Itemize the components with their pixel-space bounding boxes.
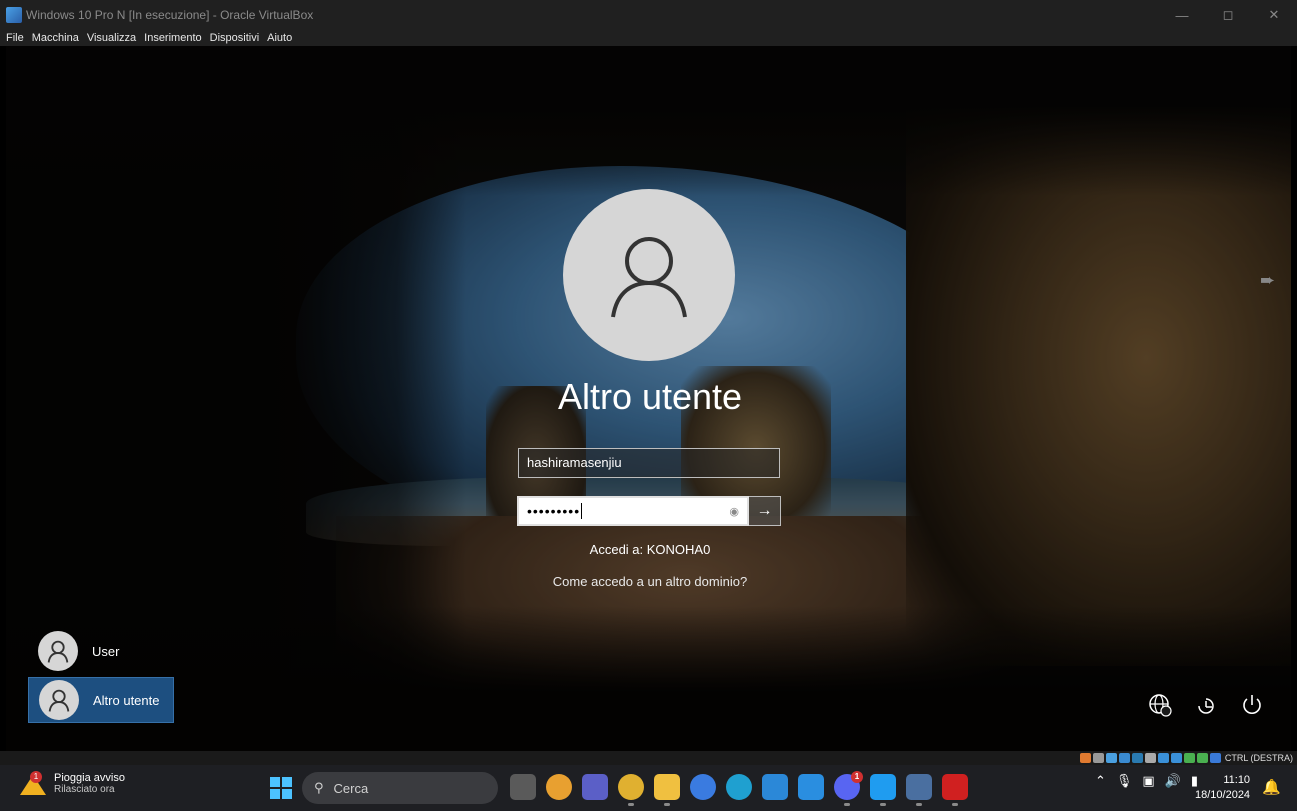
taskbar: 1 Pioggia avviso Rilasciato ora ⚲ Cerca … — [0, 765, 1297, 811]
clock-date: 18/10/2024 — [1195, 789, 1251, 801]
app-icon[interactable] — [798, 774, 824, 800]
menu-aiuto[interactable]: Aiuto — [267, 32, 292, 44]
text-caret — [581, 503, 583, 519]
microphone-icon[interactable]: 🎙 — [1116, 773, 1133, 789]
optical-drive-icon[interactable] — [1092, 753, 1104, 763]
storage-icon[interactable] — [1079, 753, 1091, 763]
user-avatar-large — [563, 189, 735, 361]
mouse-integration-icon[interactable] — [1196, 753, 1208, 763]
minimize-button[interactable]: — — [1159, 0, 1205, 30]
weather-alert-icon: 1 — [20, 771, 46, 795]
vscode-icon[interactable] — [870, 774, 896, 806]
clock-time: 11:10 — [1223, 774, 1251, 786]
user-tile-altro-utente[interactable]: Altro utente — [28, 677, 174, 723]
password-field[interactable]: ••••••••• ◉ — [517, 496, 749, 526]
vbox-status-icons — [1079, 753, 1221, 763]
recording-icon[interactable] — [1170, 753, 1182, 763]
close-button[interactable]: ✕ — [1251, 0, 1297, 30]
display-icon[interactable] — [1157, 753, 1169, 763]
chrome-icon[interactable] — [618, 774, 644, 806]
arrow-right-icon: → — [756, 502, 773, 519]
power-icon[interactable] — [1238, 691, 1266, 719]
edge-marker-icon: ➨ — [1260, 270, 1276, 290]
menu-inserimento[interactable]: Inserimento — [144, 32, 201, 44]
taskbar-apps: 1 — [510, 771, 968, 806]
network-status-icon[interactable]: ▣ — [1142, 773, 1154, 789]
store-icon[interactable] — [762, 774, 788, 800]
password-row: ••••••••• ◉ → — [517, 496, 781, 526]
weather-badge: 1 — [30, 771, 42, 783]
virtualbox-icon — [6, 7, 22, 23]
vbox-statusbar: CTRL (DESTRA) — [0, 751, 1297, 765]
weather-widget[interactable]: 1 Pioggia avviso Rilasciato ora — [20, 771, 125, 795]
weather-subtitle: Rilasciato ora — [54, 783, 115, 795]
usb-icon[interactable] — [1131, 753, 1143, 763]
cpu-icon[interactable] — [1183, 753, 1195, 763]
shared-folder-icon[interactable] — [1144, 753, 1156, 763]
taskbar-search[interactable]: ⚲ Cerca — [302, 772, 498, 804]
menu-visualizza[interactable]: Visualizza — [87, 32, 136, 44]
user-icon — [47, 640, 69, 663]
app-icon[interactable] — [690, 774, 716, 800]
sign-in-to-text: Accedi a: KONOHA0 — [589, 542, 711, 557]
user-avatar — [39, 680, 79, 720]
guest-screen: ➨ Altro utente hashiramasenjiu •••••••••… — [6, 46, 1291, 751]
edge-icon[interactable] — [726, 774, 752, 800]
menu-dispositivi[interactable]: Dispositivi — [210, 32, 260, 44]
window-title: Windows 10 Pro N [In esecuzione] - Oracl… — [26, 8, 314, 22]
password-mask: ••••••••• — [527, 503, 581, 519]
other-domain-link[interactable]: Come accedo a un altro dominio? — [446, 574, 854, 589]
username-field[interactable]: hashiramasenjiu — [518, 448, 780, 478]
weather-title: Pioggia avviso — [54, 771, 125, 784]
discord-badge: 1 — [851, 771, 863, 783]
login-user-name: Altro utente — [557, 376, 743, 417]
notification-bell-icon[interactable]: 🔔 — [1262, 778, 1281, 796]
app-icon[interactable] — [906, 774, 932, 806]
teams-icon[interactable] — [582, 774, 608, 800]
chevron-up-icon[interactable]: ⌃ — [1095, 773, 1106, 789]
user-tile-label: Altro utente — [93, 692, 160, 708]
start-button[interactable] — [270, 777, 292, 799]
user-icon — [48, 689, 70, 712]
user-tile-user[interactable]: User — [28, 628, 174, 674]
network-adapter-icon[interactable] — [1118, 753, 1130, 763]
clock[interactable]: 11:10 18/10/2024 — [1195, 773, 1250, 803]
user-tile-label: User — [92, 643, 120, 659]
network-icon[interactable] — [1146, 691, 1174, 719]
file-explorer-icon[interactable] — [654, 774, 680, 806]
system-tray: ⌃ 🎙 ▣ 🔊 ▮ — [1095, 773, 1198, 789]
search-placeholder: Cerca — [333, 780, 369, 796]
submit-arrow-button[interactable]: → — [749, 496, 781, 526]
acrobat-icon[interactable] — [942, 774, 968, 806]
accessibility-icon[interactable] — [1192, 691, 1220, 719]
menu-file[interactable]: File — [6, 32, 24, 44]
discord-icon[interactable]: 1 — [834, 771, 863, 806]
host-key-label: CTRL (DESTRA) — [1224, 753, 1293, 763]
reveal-password-icon[interactable]: ◉ — [729, 505, 739, 518]
vbox-menubar: File Macchina Visualizza Inserimento Dis… — [0, 30, 1297, 46]
media-app-icon[interactable] — [546, 774, 572, 800]
volume-icon[interactable]: 🔊 — [1165, 773, 1181, 789]
user-icon — [611, 237, 687, 318]
maximize-button[interactable]: ◻ — [1205, 0, 1251, 30]
user-avatar — [38, 631, 78, 671]
vbox-titlebar: Windows 10 Pro N [In esecuzione] - Oracl… — [0, 0, 1297, 30]
keyboard-icon[interactable] — [1209, 753, 1221, 763]
audio-icon[interactable] — [1105, 753, 1117, 763]
task-view-icon[interactable] — [510, 774, 536, 800]
search-icon: ⚲ — [314, 780, 324, 795]
lock-screen-corner-icons — [1146, 691, 1266, 719]
menu-macchina[interactable]: Macchina — [32, 32, 79, 44]
